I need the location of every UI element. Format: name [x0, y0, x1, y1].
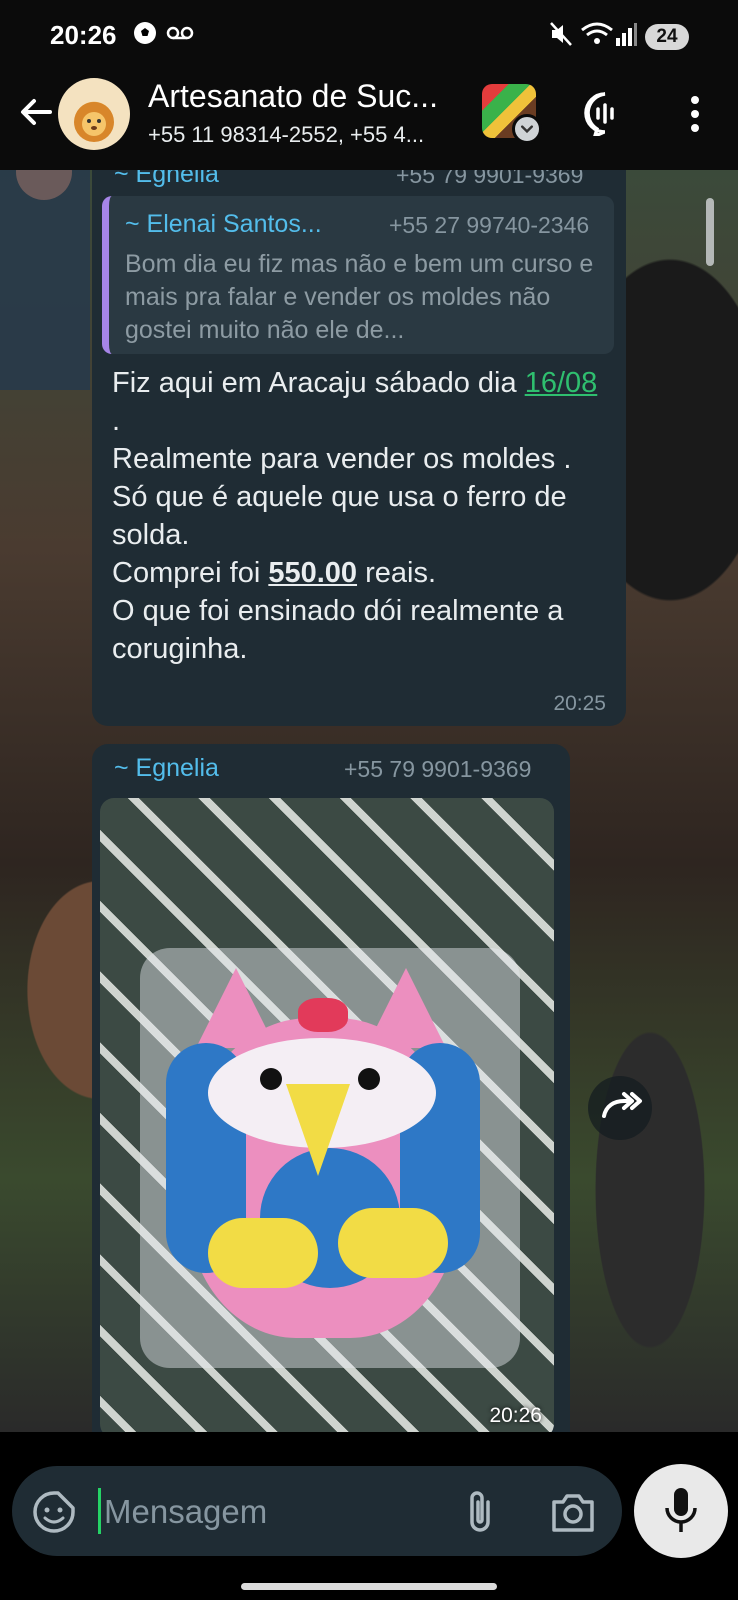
- message-sender[interactable]: ~ Egnelia: [114, 754, 219, 783]
- more-options-icon[interactable]: [680, 92, 710, 136]
- message-time: 20:26: [489, 1404, 542, 1427]
- quoted-sender-phone: +55 27 99740-2346: [389, 212, 590, 238]
- message-time: 20:25: [553, 692, 606, 715]
- amount-link[interactable]: 550.00: [268, 557, 357, 589]
- chat-participants[interactable]: +55 11 98314-2552, +55 4...: [148, 122, 458, 148]
- wallpaper-decoration: [0, 170, 90, 390]
- message-sender-phone: +55 79 9901-9369: [396, 170, 584, 188]
- owl-foot: [338, 1208, 448, 1278]
- message-line: .: [112, 405, 121, 437]
- voicemail-icon: [166, 26, 194, 40]
- owl-foot: [208, 1218, 318, 1288]
- microphone-icon: [665, 1488, 697, 1532]
- chat-title[interactable]: Artesanato de Suc...: [148, 78, 468, 115]
- mute-icon: [550, 22, 572, 46]
- quoted-message[interactable]: ~ Elenai Santos... +55 27 99740-2346 Bom…: [102, 196, 614, 354]
- owl-beak: [286, 1084, 350, 1176]
- message-line: O que foi ensinado dói realmente a corug…: [112, 595, 564, 665]
- chevron-down-icon[interactable]: [512, 114, 542, 144]
- voice-chat-icon[interactable]: [582, 90, 628, 136]
- soccer-ball-icon: [134, 22, 156, 44]
- message-line: reais.: [357, 557, 437, 589]
- signal-icon: [616, 23, 637, 46]
- message-sender-phone: +55 79 9901-9369: [344, 756, 532, 782]
- text-caret: [98, 1488, 101, 1534]
- camera-icon[interactable]: [548, 1490, 598, 1534]
- message-line: Comprei foi: [112, 557, 269, 589]
- battery-indicator: 24: [645, 24, 689, 50]
- owl-eye: [358, 1068, 380, 1090]
- photo-attachment[interactable]: 20:26: [100, 798, 554, 1432]
- message-line: Fiz aqui em Aracaju sábado dia: [112, 367, 525, 399]
- status-time: 20:26: [50, 20, 117, 50]
- message-input-bar: [12, 1466, 622, 1556]
- date-link[interactable]: 16/08: [525, 367, 598, 399]
- home-indicator[interactable]: [241, 1583, 497, 1590]
- message-line: Realmente para vender os moldes .: [112, 443, 572, 475]
- group-avatar[interactable]: [58, 78, 130, 150]
- message-line: Só que é aquele que usa o ferro de solda…: [112, 481, 567, 551]
- forward-icon[interactable]: [588, 1076, 652, 1140]
- wifi-icon: [581, 22, 613, 44]
- paperclip-icon[interactable]: [458, 1488, 502, 1536]
- message-text: Fiz aqui em Aracaju sábado dia 16/08 . R…: [112, 364, 612, 668]
- scrollbar[interactable]: [706, 198, 714, 266]
- back-arrow-icon[interactable]: [14, 90, 58, 134]
- status-bar: 20:26 24: [0, 0, 738, 70]
- chat-header: Artesanato de Suc... +55 11 98314-2552, …: [0, 70, 738, 170]
- message-input[interactable]: [102, 1486, 436, 1538]
- image-message-bubble[interactable]: ~ Egnelia +55 79 9901-9369 20:26: [92, 744, 570, 1432]
- quoted-sender: ~ Elenai Santos...: [125, 210, 322, 238]
- lion-icon: [74, 102, 114, 142]
- mic-button[interactable]: [634, 1464, 728, 1558]
- sticker-icon[interactable]: [32, 1490, 76, 1534]
- owl-bow: [298, 998, 348, 1032]
- message-bubble[interactable]: ~ Egnelia +55 79 9901-9369 ~ Elenai Sant…: [92, 170, 626, 726]
- quoted-text: Bom dia eu fiz mas não e bem um curso e …: [125, 250, 594, 344]
- owl-eye: [260, 1068, 282, 1090]
- chat-area[interactable]: ~ Egnelia +55 79 9901-9369 ~ Elenai Sant…: [0, 170, 738, 1432]
- message-sender[interactable]: ~ Egnelia: [114, 170, 219, 189]
